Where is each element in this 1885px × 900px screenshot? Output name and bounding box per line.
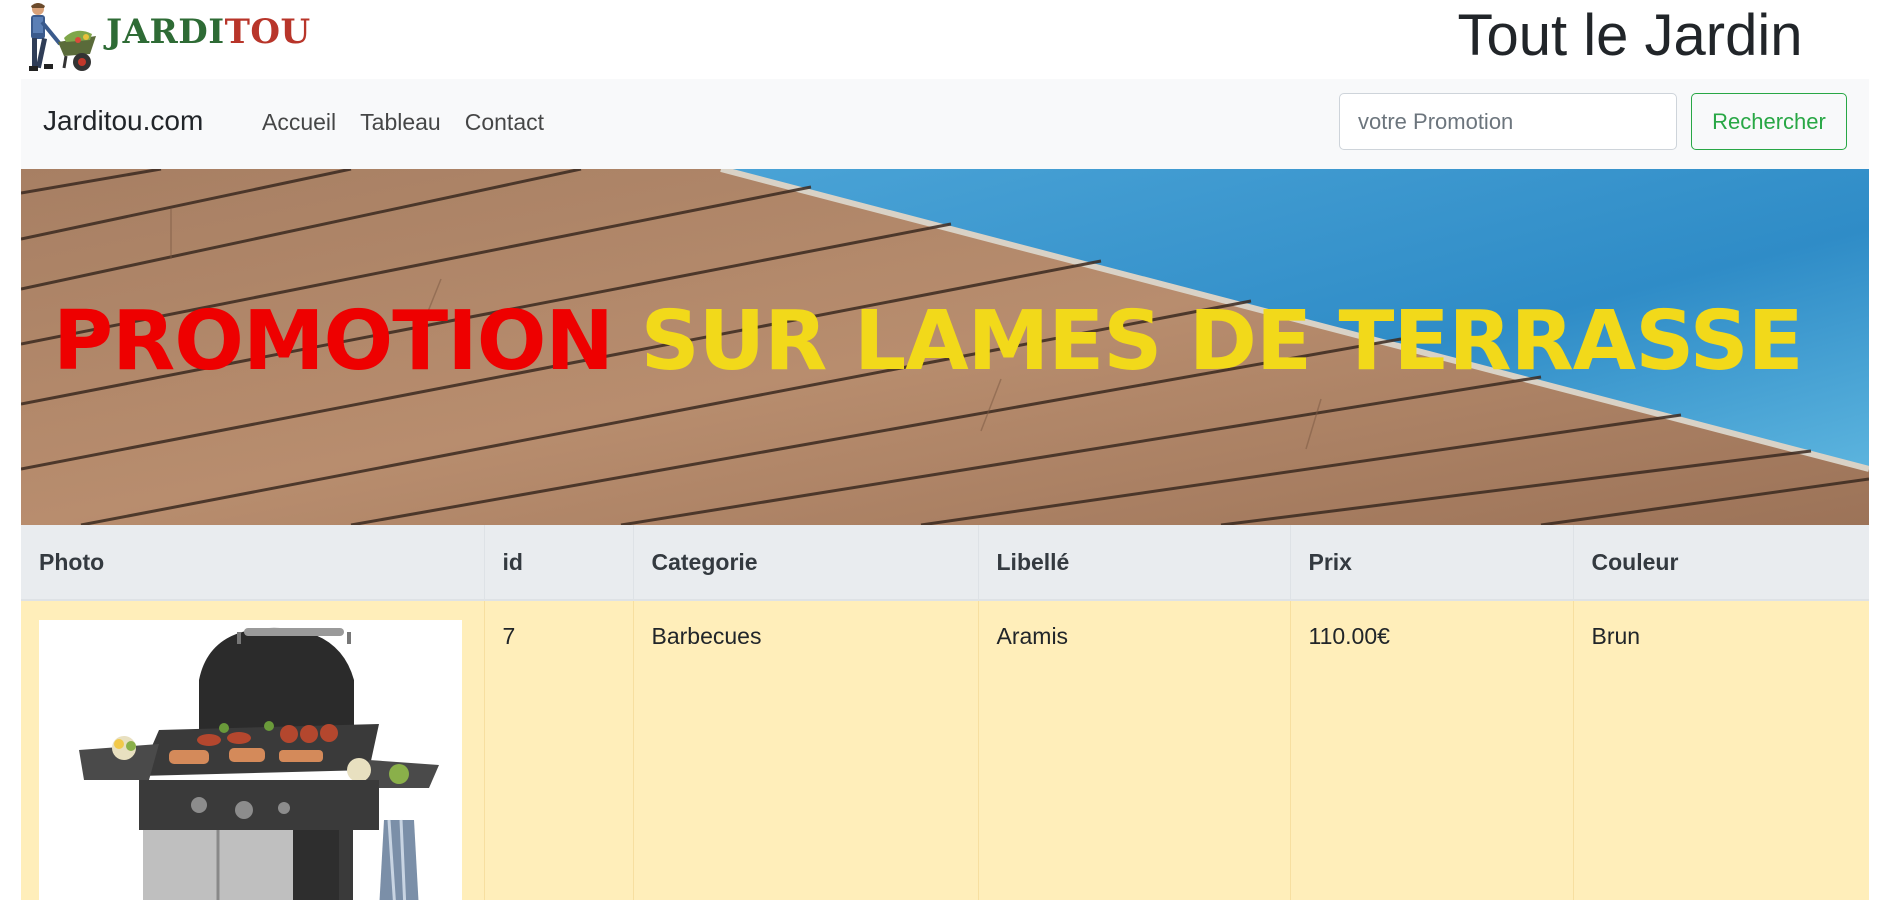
column-header-libelle: Libellé — [978, 525, 1291, 601]
table-body: 7 Barbecues Aramis 110.00€ Brun — [21, 600, 1869, 900]
nav-link-contact[interactable]: Contact — [453, 109, 556, 136]
product-table: Photo id Categorie Libellé Prix Couleur — [21, 525, 1869, 900]
logo[interactable]: JARDITOU — [20, 0, 310, 76]
page: JARDITOU Tout le Jardin Jarditou.com Acc… — [0, 0, 1885, 900]
promotion-banner: PROMOTION SUR LAMES DE TERRASSE — [21, 169, 1869, 525]
column-header-id: id — [484, 525, 634, 601]
site-title: Tout le Jardin — [1457, 3, 1803, 68]
banner-headline: PROMOTION SUR LAMES DE TERRASSE — [53, 301, 1804, 383]
cell-id: 7 — [484, 600, 634, 900]
cell-photo — [21, 600, 485, 900]
logo-text: JARDITOU — [106, 12, 311, 52]
banner-headline-part2: SUR LAMES DE TERRASSE — [640, 294, 1804, 389]
column-header-prix: Prix — [1290, 525, 1574, 601]
table-row: 7 Barbecues Aramis 110.00€ Brun — [21, 600, 1869, 900]
cell-libelle: Aramis — [978, 600, 1291, 900]
cell-couleur: Brun — [1573, 600, 1869, 900]
barbecue-grill-icon — [79, 627, 439, 900]
cell-prix: 110.00€ — [1290, 600, 1574, 900]
gardener-wheelbarrow-icon — [29, 3, 96, 71]
column-header-photo: Photo — [21, 525, 485, 601]
column-header-couleur: Couleur — [1573, 525, 1869, 601]
column-header-categorie: Categorie — [633, 525, 979, 601]
nav-links: Accueil Tableau Contact — [250, 109, 556, 136]
nav-link-accueil[interactable]: Accueil — [250, 109, 348, 136]
table-header-row: Photo id Categorie Libellé Prix Couleur — [21, 525, 1869, 601]
search-button[interactable]: Rechercher — [1691, 93, 1847, 150]
search-input[interactable] — [1339, 93, 1677, 150]
product-photo — [39, 620, 462, 900]
banner-headline-part1: PROMOTION — [53, 294, 614, 389]
navbar: Jarditou.com Accueil Tableau Contact Rec… — [21, 79, 1869, 169]
cell-categorie: Barbecues — [633, 600, 979, 900]
logo-text-part2: TOU — [224, 12, 311, 52]
navbar-brand[interactable]: Jarditou.com — [43, 105, 203, 137]
top-header: JARDITOU Tout le Jardin — [0, 0, 1885, 79]
table-header: Photo id Categorie Libellé Prix Couleur — [21, 525, 1869, 601]
logo-text-part1: JARDI — [106, 12, 225, 52]
nav-link-tableau[interactable]: Tableau — [348, 109, 453, 136]
